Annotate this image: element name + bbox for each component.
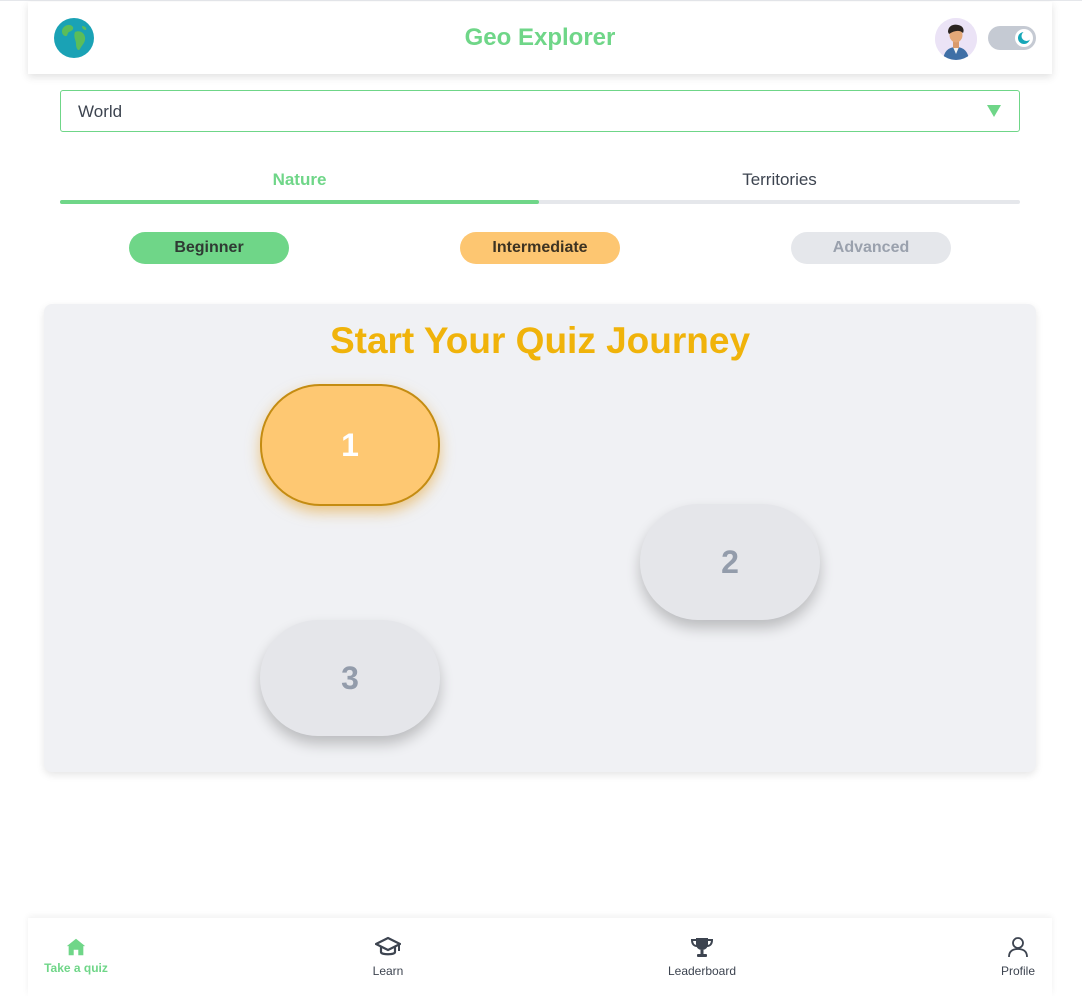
difficulty-advanced-button[interactable]: Advanced bbox=[791, 232, 951, 264]
tab-indicator-active bbox=[60, 200, 539, 204]
nav-profile[interactable]: Profile bbox=[958, 936, 1078, 978]
chevron-down-icon bbox=[987, 105, 1001, 117]
top-border bbox=[0, 0, 1082, 1]
difficulty-beginner-button[interactable]: Beginner bbox=[129, 232, 289, 264]
user-icon bbox=[1008, 937, 1028, 958]
quiz-level-3-button[interactable]: 3 bbox=[260, 620, 440, 736]
quiz-journey-title: Start Your Quiz Journey bbox=[329, 320, 751, 361]
region-select-value: World bbox=[78, 102, 123, 121]
graduation-cap-icon bbox=[375, 936, 401, 956]
app-header: Geo Explorer bbox=[28, 2, 1052, 74]
nav-learn-label: Learn bbox=[372, 964, 404, 978]
bottom-navigation: Take a quiz Learn Leaderboard Profile bbox=[28, 918, 1052, 996]
user-avatar[interactable] bbox=[935, 18, 977, 60]
nav-profile-label: Profile bbox=[1000, 964, 1035, 978]
tab-nature[interactable]: Nature bbox=[60, 170, 539, 190]
region-select[interactable]: World bbox=[60, 90, 1020, 132]
nav-take-a-quiz[interactable]: Take a quiz bbox=[16, 936, 136, 975]
nav-learn[interactable]: Learn bbox=[328, 936, 448, 978]
nav-take-a-quiz-label: Take a quiz bbox=[44, 961, 108, 975]
difficulty-intermediate-button[interactable]: Intermediate bbox=[460, 232, 620, 264]
nav-leaderboard-label: Leaderboard bbox=[667, 964, 737, 978]
quiz-level-1-button[interactable]: 1 bbox=[260, 384, 440, 506]
home-icon bbox=[66, 938, 86, 956]
tab-territories[interactable]: Territories bbox=[540, 170, 1019, 190]
toggle-knob bbox=[1015, 29, 1033, 47]
app-title: Geo Explorer bbox=[464, 24, 616, 51]
quiz-level-2-button[interactable]: 2 bbox=[640, 504, 820, 620]
theme-toggle[interactable] bbox=[988, 26, 1036, 50]
moon-icon bbox=[1018, 31, 1032, 44]
trophy-icon bbox=[690, 938, 714, 957]
nav-leaderboard[interactable]: Leaderboard bbox=[642, 936, 762, 978]
quiz-journey-card: Start Your Quiz Journey 1 2 3 bbox=[44, 304, 1036, 772]
